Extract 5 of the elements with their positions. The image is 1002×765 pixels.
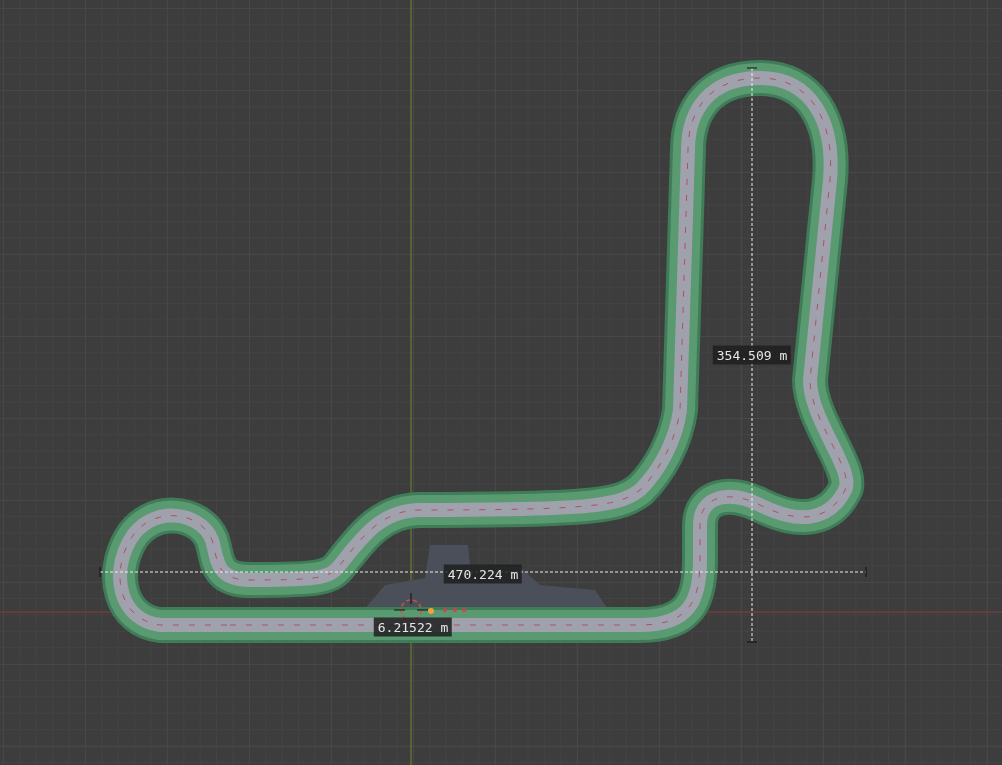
measurement-label: 6.21522 m: [373, 617, 453, 637]
origin-dot-icon: [428, 608, 434, 614]
measurement-label: 354.509 m: [712, 345, 792, 365]
measurement-label: 470.224 m: [443, 564, 523, 584]
dots-icon: [443, 608, 466, 612]
